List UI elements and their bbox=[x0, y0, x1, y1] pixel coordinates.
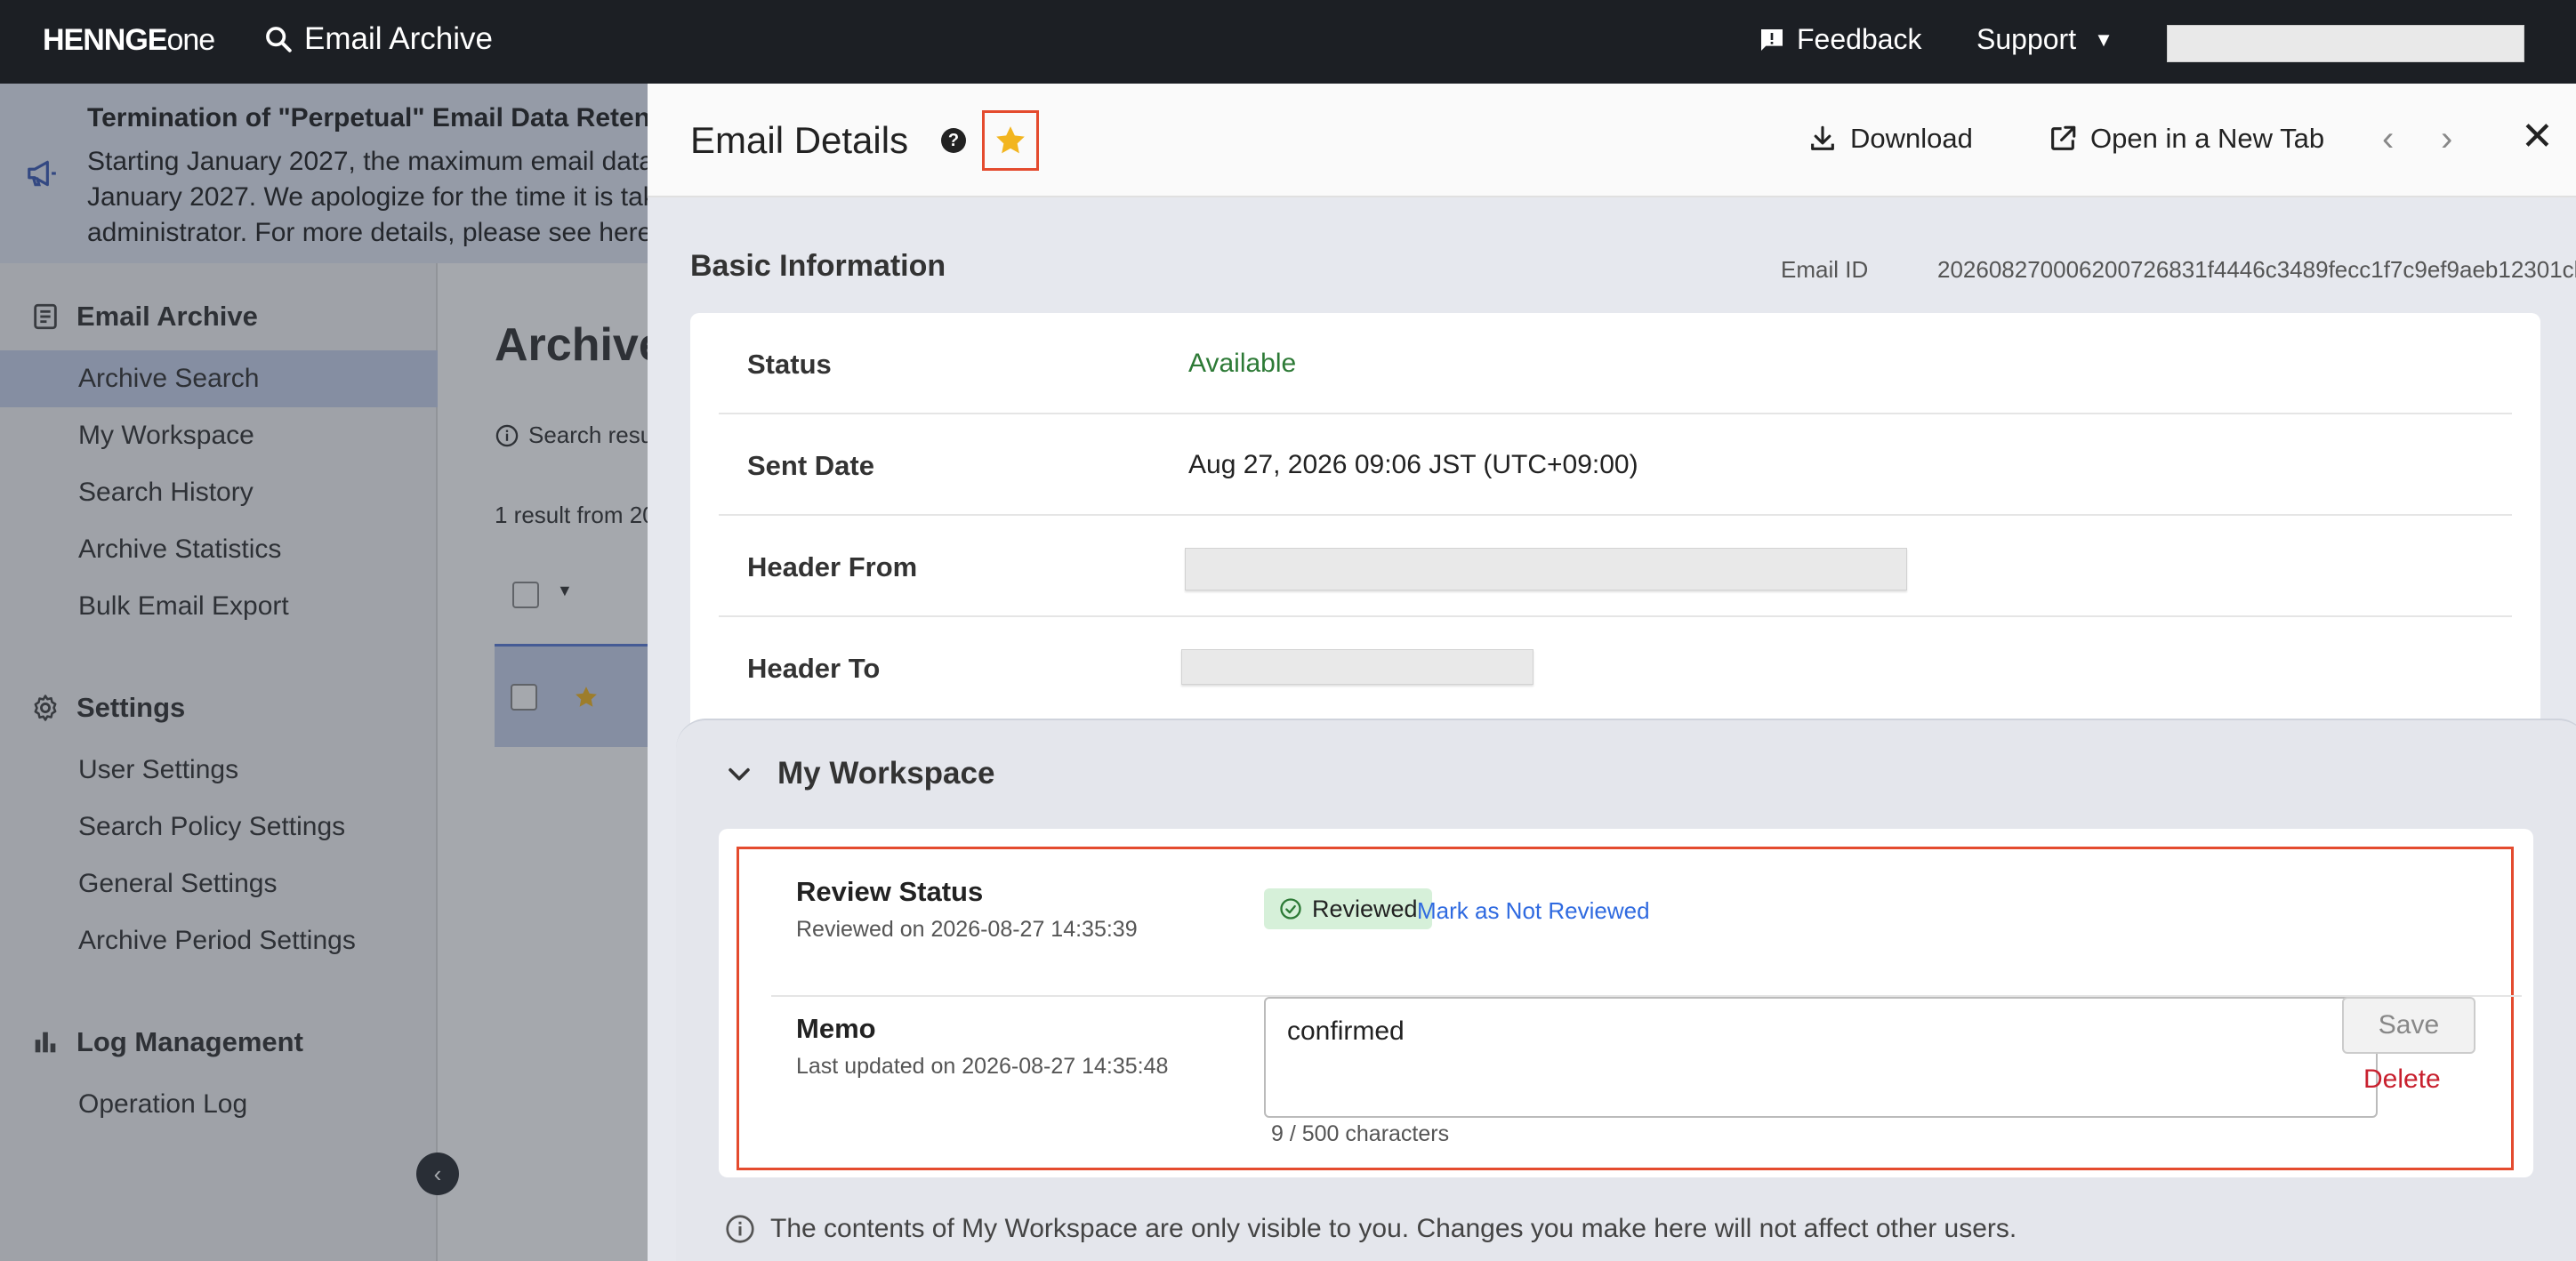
logo-text: HENNGE bbox=[43, 23, 167, 57]
redacted-value bbox=[1185, 548, 1907, 590]
memo-char-count: 9 / 500 characters bbox=[1271, 1121, 1450, 1146]
feedback-button[interactable]: Feedback bbox=[1758, 23, 1922, 56]
modal-overlay[interactable] bbox=[0, 84, 648, 1261]
support-label: Support bbox=[1976, 23, 2077, 55]
drawer-header: Email Details ? Download Open in a New T… bbox=[648, 84, 2576, 197]
review-status-label: Review Status bbox=[796, 876, 984, 907]
email-id-value: 202608270006200726831f4446c3489fecc1f7c9… bbox=[1937, 256, 2576, 283]
search-icon bbox=[266, 27, 292, 52]
delete-link[interactable]: Delete bbox=[2363, 1064, 2441, 1095]
app-name: Email Archive bbox=[304, 21, 494, 56]
info-row-status: Status Available bbox=[719, 313, 2512, 414]
drawer-title: Email Details bbox=[690, 119, 909, 161]
email-id-label: Email ID bbox=[1781, 256, 1869, 283]
info-row-header-to: Header To bbox=[719, 617, 2512, 719]
chevron-down-icon bbox=[729, 767, 750, 781]
close-icon[interactable]: ✕ bbox=[2521, 114, 2554, 159]
external-link-icon bbox=[2051, 125, 2076, 150]
previous-email-arrow-icon[interactable]: ‹ bbox=[2382, 119, 2394, 159]
status-value: Available bbox=[1188, 349, 1297, 378]
header-from-label: Header From bbox=[747, 551, 918, 582]
open-new-tab-button[interactable]: Open in a New Tab bbox=[2048, 123, 2324, 155]
memo-updated-text: Last updated on 2026-08-27 14:35:48 bbox=[796, 1054, 1169, 1079]
workspace-note-text: The contents of My Workspace are only vi… bbox=[770, 1214, 2017, 1243]
favorite-star-button[interactable] bbox=[982, 110, 1039, 171]
my-workspace-title: My Workspace bbox=[777, 756, 995, 791]
mark-not-reviewed-link[interactable]: Mark as Not Reviewed bbox=[1417, 897, 1650, 925]
my-workspace-card: Review Status Reviewed on 2026-08-27 14:… bbox=[719, 829, 2533, 1177]
help-icon[interactable]: ? bbox=[941, 128, 966, 153]
user-account-field[interactable] bbox=[2167, 25, 2524, 62]
logo-suffix: one bbox=[166, 23, 215, 57]
workspace-note: The contents of My Workspace are only vi… bbox=[724, 1213, 2017, 1245]
support-menu[interactable]: Support ▼ bbox=[1976, 23, 2113, 56]
app-title[interactable]: Email Archive bbox=[263, 21, 493, 57]
star-icon bbox=[996, 126, 1025, 154]
henngeone-logo[interactable]: HENNGEone bbox=[43, 23, 215, 58]
redacted-value bbox=[1181, 649, 1534, 685]
check-circle-icon bbox=[1280, 898, 1301, 920]
email-details-drawer: Email Details ? Download Open in a New T… bbox=[648, 84, 2576, 1261]
status-label: Status bbox=[747, 349, 832, 380]
highlight-frame: Review Status Reviewed on 2026-08-27 14:… bbox=[737, 847, 2522, 1170]
feedback-label: Feedback bbox=[1797, 23, 1922, 55]
memo-label: Memo bbox=[796, 1013, 876, 1044]
next-email-arrow-icon[interactable]: › bbox=[2441, 119, 2452, 159]
my-workspace-panel: My Workspace Review Status Reviewed on 2… bbox=[676, 719, 2576, 1261]
my-workspace-toggle[interactable]: My Workspace bbox=[724, 756, 994, 791]
memo-textarea[interactable]: confirmed bbox=[1264, 997, 2378, 1118]
open-new-tab-label: Open in a New Tab bbox=[2090, 123, 2325, 154]
sent-date-label: Sent Date bbox=[747, 450, 874, 481]
top-bar: HENNGEone Email Archive Feedback Support… bbox=[0, 0, 2576, 84]
save-button[interactable]: Save bbox=[2342, 997, 2475, 1054]
header-to-label: Header To bbox=[747, 653, 881, 684]
download-button[interactable]: Download bbox=[1807, 123, 1973, 155]
basic-information-title: Basic Information bbox=[690, 249, 946, 283]
info-row-header-from: Header From bbox=[719, 516, 2512, 617]
reviewed-on-text: Reviewed on 2026-08-27 14:35:39 bbox=[796, 917, 1138, 942]
reviewed-badge: Reviewed bbox=[1264, 888, 1432, 929]
caret-down-icon: ▼ bbox=[2094, 28, 2113, 51]
download-label: Download bbox=[1850, 123, 1973, 154]
sent-date-value: Aug 27, 2026 09:06 JST (UTC+09:00) bbox=[1188, 450, 1638, 479]
info-icon bbox=[726, 1215, 754, 1243]
feedback-icon bbox=[1761, 28, 1783, 51]
badge-label: Reviewed bbox=[1312, 895, 1418, 922]
download-icon bbox=[1811, 125, 1834, 150]
info-row-sent-date: Sent Date Aug 27, 2026 09:06 JST (UTC+09… bbox=[719, 414, 2512, 516]
